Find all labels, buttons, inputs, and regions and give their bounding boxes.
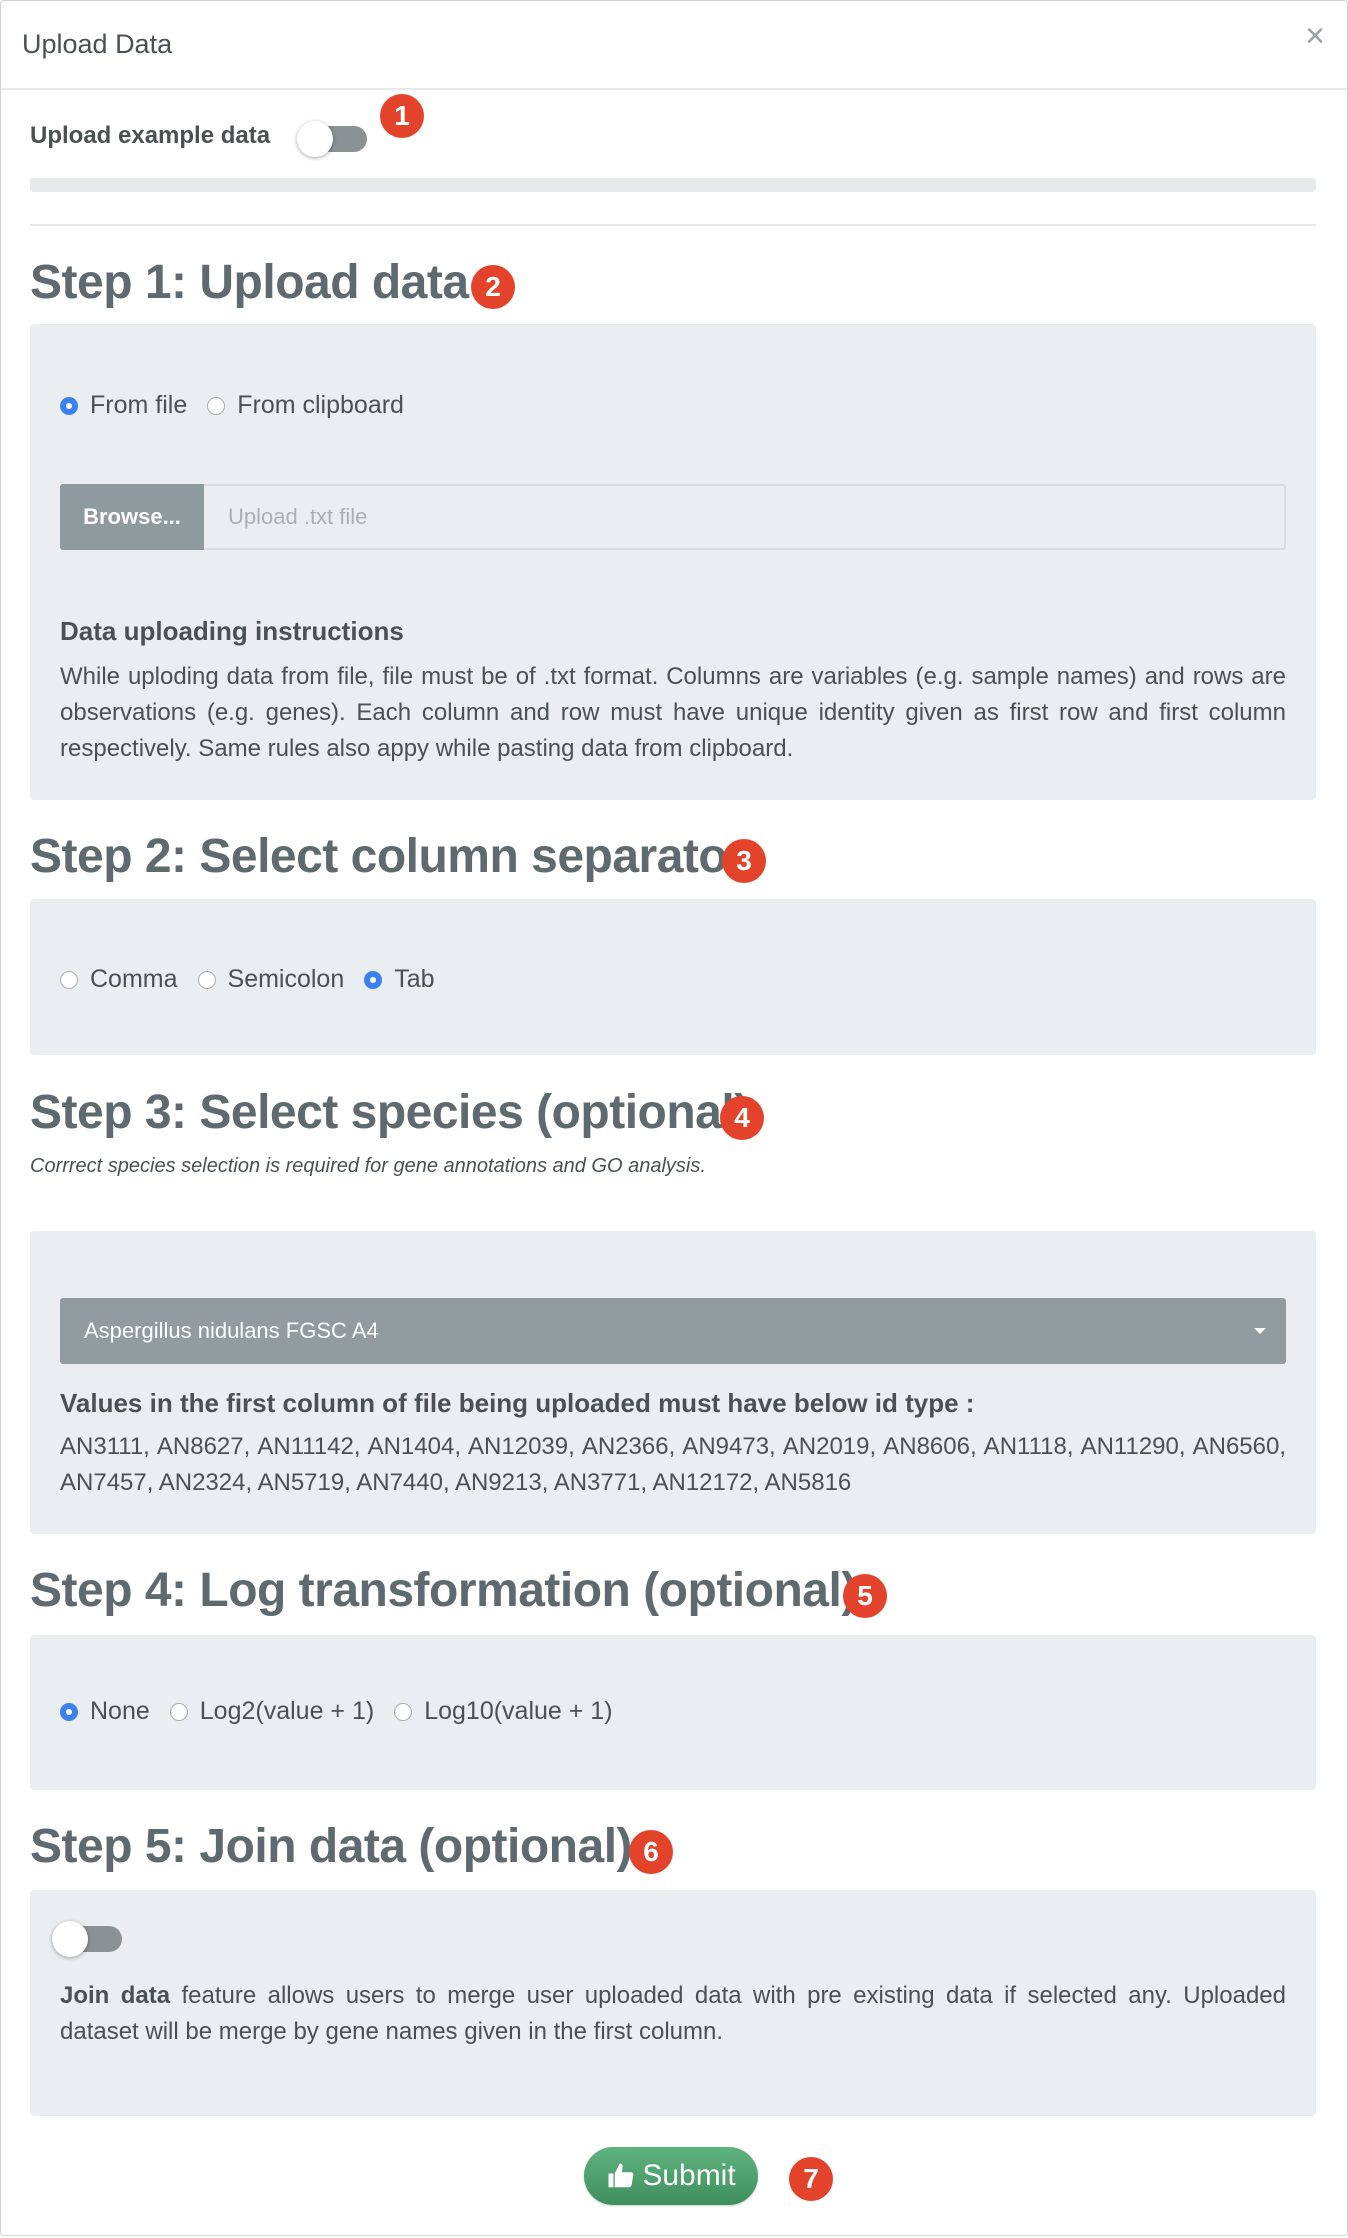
radio-indicator [197,970,216,989]
step5-title: Step 5: Join data (optional) [30,1820,633,1873]
radio-indicator [60,396,78,415]
submit-button[interactable]: Submit [584,2147,758,2205]
divider [30,224,1316,226]
radio-indicator [394,1702,413,1721]
radio-semicolon[interactable]: Semicolon [197,965,345,994]
toggle-knob [297,121,333,157]
radio-label: Tab [394,965,435,993]
join-data-bold: Join data [60,1982,171,2009]
radio-tab[interactable]: Tab [364,965,435,994]
file-path-input[interactable] [204,486,1284,548]
radio-indicator [169,1702,188,1721]
thumbs-up-icon [608,2163,634,2188]
instructions-text: While uploding data from file, file must… [60,663,1286,762]
species-select-value: Aspergillus nidulans FGSC A4 [84,1318,379,1343]
join-data-toggle[interactable] [52,1921,122,1957]
step5-panel: Join data feature allows users to merge … [30,1890,1316,2116]
upload-data-modal: Upload Data × Upload example data 1 Step… [0,0,1348,2236]
step4-title: Step 4: Log transformation (optional) [30,1564,857,1617]
browse-button[interactable]: Browse... [60,484,204,550]
modal-title: Upload Data [22,29,173,59]
submit-label: Submit [642,2159,736,2192]
step4-panel: None Log2(value + 1) Log10(value + 1) [30,1635,1316,1790]
step-badge-1: 1 [380,94,424,138]
radio-label: From clipboard [237,391,404,419]
radio-from-file[interactable]: From file [60,391,187,420]
radio-log2[interactable]: Log2(value + 1) [169,1697,375,1726]
radio-indicator [60,1702,78,1721]
progress-bar [30,178,1316,192]
upload-example-label: Upload example data [30,122,271,149]
step-badge-3: 3 [722,839,766,883]
step-badge-7: 7 [789,2157,833,2201]
separator-radio-group: Comma Semicolon Tab [60,965,455,994]
radio-label: Log10(value + 1) [424,1697,613,1725]
radio-none[interactable]: None [60,1697,150,1726]
modal-header: Upload Data × [1,1,1347,90]
species-select[interactable]: Aspergillus nidulans FGSC A4 [60,1298,1286,1364]
step2-panel: Comma Semicolon Tab [30,899,1316,1055]
file-upload-group: Browse... [60,484,1286,550]
step-badge-5: 5 [843,1574,887,1618]
step-badge-6: 6 [629,1830,673,1874]
radio-indicator [364,970,383,989]
instructions-heading: Data uploading instructions [60,616,404,646]
radio-indicator [207,396,226,415]
radio-from-clipboard[interactable]: From clipboard [207,391,404,420]
close-icon[interactable]: × [1305,19,1325,53]
step2-title: Step 2: Select column separator [30,830,746,883]
join-data-description: Join data feature allows users to merge … [60,1978,1286,2050]
toggle-knob [52,1921,88,1957]
species-note: Corrrect species selection is required f… [30,1155,706,1177]
step-badge-2: 2 [471,265,515,309]
step3-title: Step 3: Select species (optional) [30,1086,750,1139]
radio-label: None [90,1697,150,1725]
step-badge-4: 4 [720,1096,764,1140]
id-type-examples: AN3111, AN8627, AN11142, AN1404, AN12039… [60,1433,1286,1496]
radio-label: From file [90,391,188,419]
join-data-text: feature allows users to merge user uploa… [60,1982,1286,2045]
chevron-down-icon [1254,1328,1266,1334]
radio-label: Semicolon [227,965,345,993]
step1-title: Step 1: Upload data [30,256,469,309]
step3-panel: Aspergillus nidulans FGSC A4 Values in t… [30,1231,1316,1534]
upload-source-radio-group: From file From clipboard [60,391,424,420]
upload-example-toggle[interactable] [297,121,367,157]
radio-indicator [60,970,78,989]
id-type-heading: Values in the first column of file being… [60,1388,975,1418]
step1-panel: From file From clipboard Browse... Data … [30,324,1316,800]
radio-log10[interactable]: Log10(value + 1) [394,1697,613,1726]
log-transform-radio-group: None Log2(value + 1) Log10(value + 1) [60,1697,633,1726]
radio-comma[interactable]: Comma [60,965,178,994]
radio-label: Comma [90,965,178,993]
radio-label: Log2(value + 1) [199,1697,375,1725]
